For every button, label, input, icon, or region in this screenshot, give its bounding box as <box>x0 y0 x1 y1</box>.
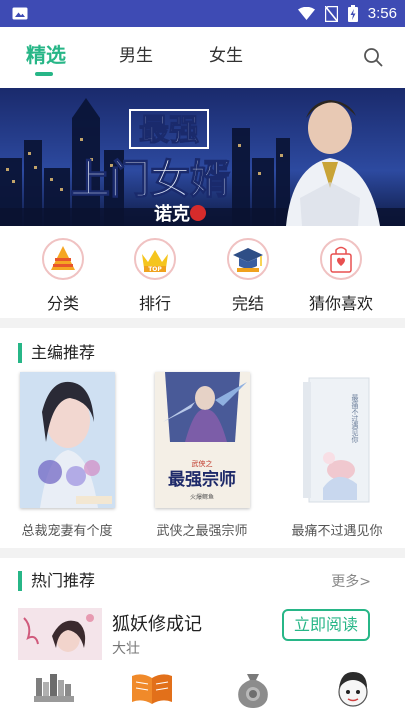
tab-featured[interactable]: 精选 <box>26 39 66 68</box>
status-bar: 3:56 <box>0 0 405 27</box>
more-link[interactable]: 更多> <box>331 571 371 591</box>
category-label: 完结 <box>231 294 264 313</box>
category-completed[interactable]: 完结 <box>208 238 288 314</box>
book-title: 最痛不过遇见你 <box>291 524 383 539</box>
book-cover: 最痛不过遇见你 <box>297 372 377 508</box>
book-cover <box>18 608 102 660</box>
search-icon[interactable] <box>363 47 383 67</box>
bookshelf-icon[interactable] <box>32 668 76 708</box>
svg-text:TOP: TOP <box>148 266 162 273</box>
category-ranking[interactable]: TOP 排行 <box>115 238 195 314</box>
gallery-notification-icon <box>12 7 28 20</box>
section-divider <box>0 318 405 328</box>
book-title: 总裁宠妻有个度 <box>21 524 113 539</box>
hot-book-title: 狐妖修成记 <box>112 614 202 635</box>
read-now-button[interactable]: 立即阅读 <box>282 609 370 641</box>
banner-headline-1: 最强 <box>139 113 199 148</box>
no-sim-icon <box>324 5 338 22</box>
active-tab-indicator <box>35 72 53 76</box>
money-bag-icon[interactable] <box>231 668 275 708</box>
promo-banner[interactable]: 最强 上门女婿 诺克 <box>0 88 405 226</box>
profile-avatar-icon[interactable] <box>331 668 375 708</box>
book-card[interactable]: 总裁宠妻有个度 <box>7 372 127 539</box>
category-classify[interactable]: 分类 <box>23 238 103 314</box>
banner-headline-2: 上门女婿 <box>70 157 230 203</box>
graduation-cap-icon <box>227 238 269 280</box>
category-row: 分类 TOP 排行 完结 猜你喜欢 <box>0 238 405 318</box>
book-title: 武侠之最强宗师 <box>156 524 248 539</box>
hot-picks-title: 热门推荐 <box>18 571 95 591</box>
category-label: 分类 <box>46 294 79 313</box>
hot-book-item[interactable]: 狐妖修成记 大壮 立即阅读 <box>0 604 405 660</box>
top-tab-bar: 精选 男生 女生 <box>0 27 405 83</box>
open-book-icon[interactable] <box>130 668 174 708</box>
book-cover-subtitle: 武侠之 <box>191 459 212 468</box>
category-label: 排行 <box>138 294 171 313</box>
tab-female[interactable]: 女生 <box>209 41 243 66</box>
book-card[interactable]: 武侠之 最强宗师 火爆鳏鱼 武侠之最强宗师 <box>142 372 262 539</box>
book-cover-title: 最强宗师 <box>168 469 236 490</box>
book-cover: 武侠之 最强宗师 火爆鳏鱼 <box>154 372 250 508</box>
section-divider <box>0 548 405 558</box>
clock: 3:56 <box>367 5 397 22</box>
bag-icon <box>320 238 362 280</box>
banner-author: 诺克 <box>154 203 190 225</box>
battery-charging-icon <box>347 5 358 22</box>
category-label: 猜你喜欢 <box>308 294 373 313</box>
book-cover <box>19 372 115 508</box>
wifi-icon <box>297 6 315 20</box>
category-guess-you-like[interactable]: 猜你喜欢 <box>301 238 381 314</box>
book-card[interactable]: 最痛不过遇见你 最痛不过遇见你 <box>277 372 397 539</box>
editor-picks-title: 主编推荐 <box>18 343 95 363</box>
tab-male[interactable]: 男生 <box>119 41 153 66</box>
book-cover-title: 最痛不过遇见你 <box>351 394 359 443</box>
pyramid-icon <box>42 238 84 280</box>
bottom-nav <box>0 660 405 720</box>
crown-top-icon: TOP <box>134 238 176 280</box>
hot-book-author: 大壮 <box>112 641 140 657</box>
book-cover-author: 火爆鳏鱼 <box>189 493 213 501</box>
